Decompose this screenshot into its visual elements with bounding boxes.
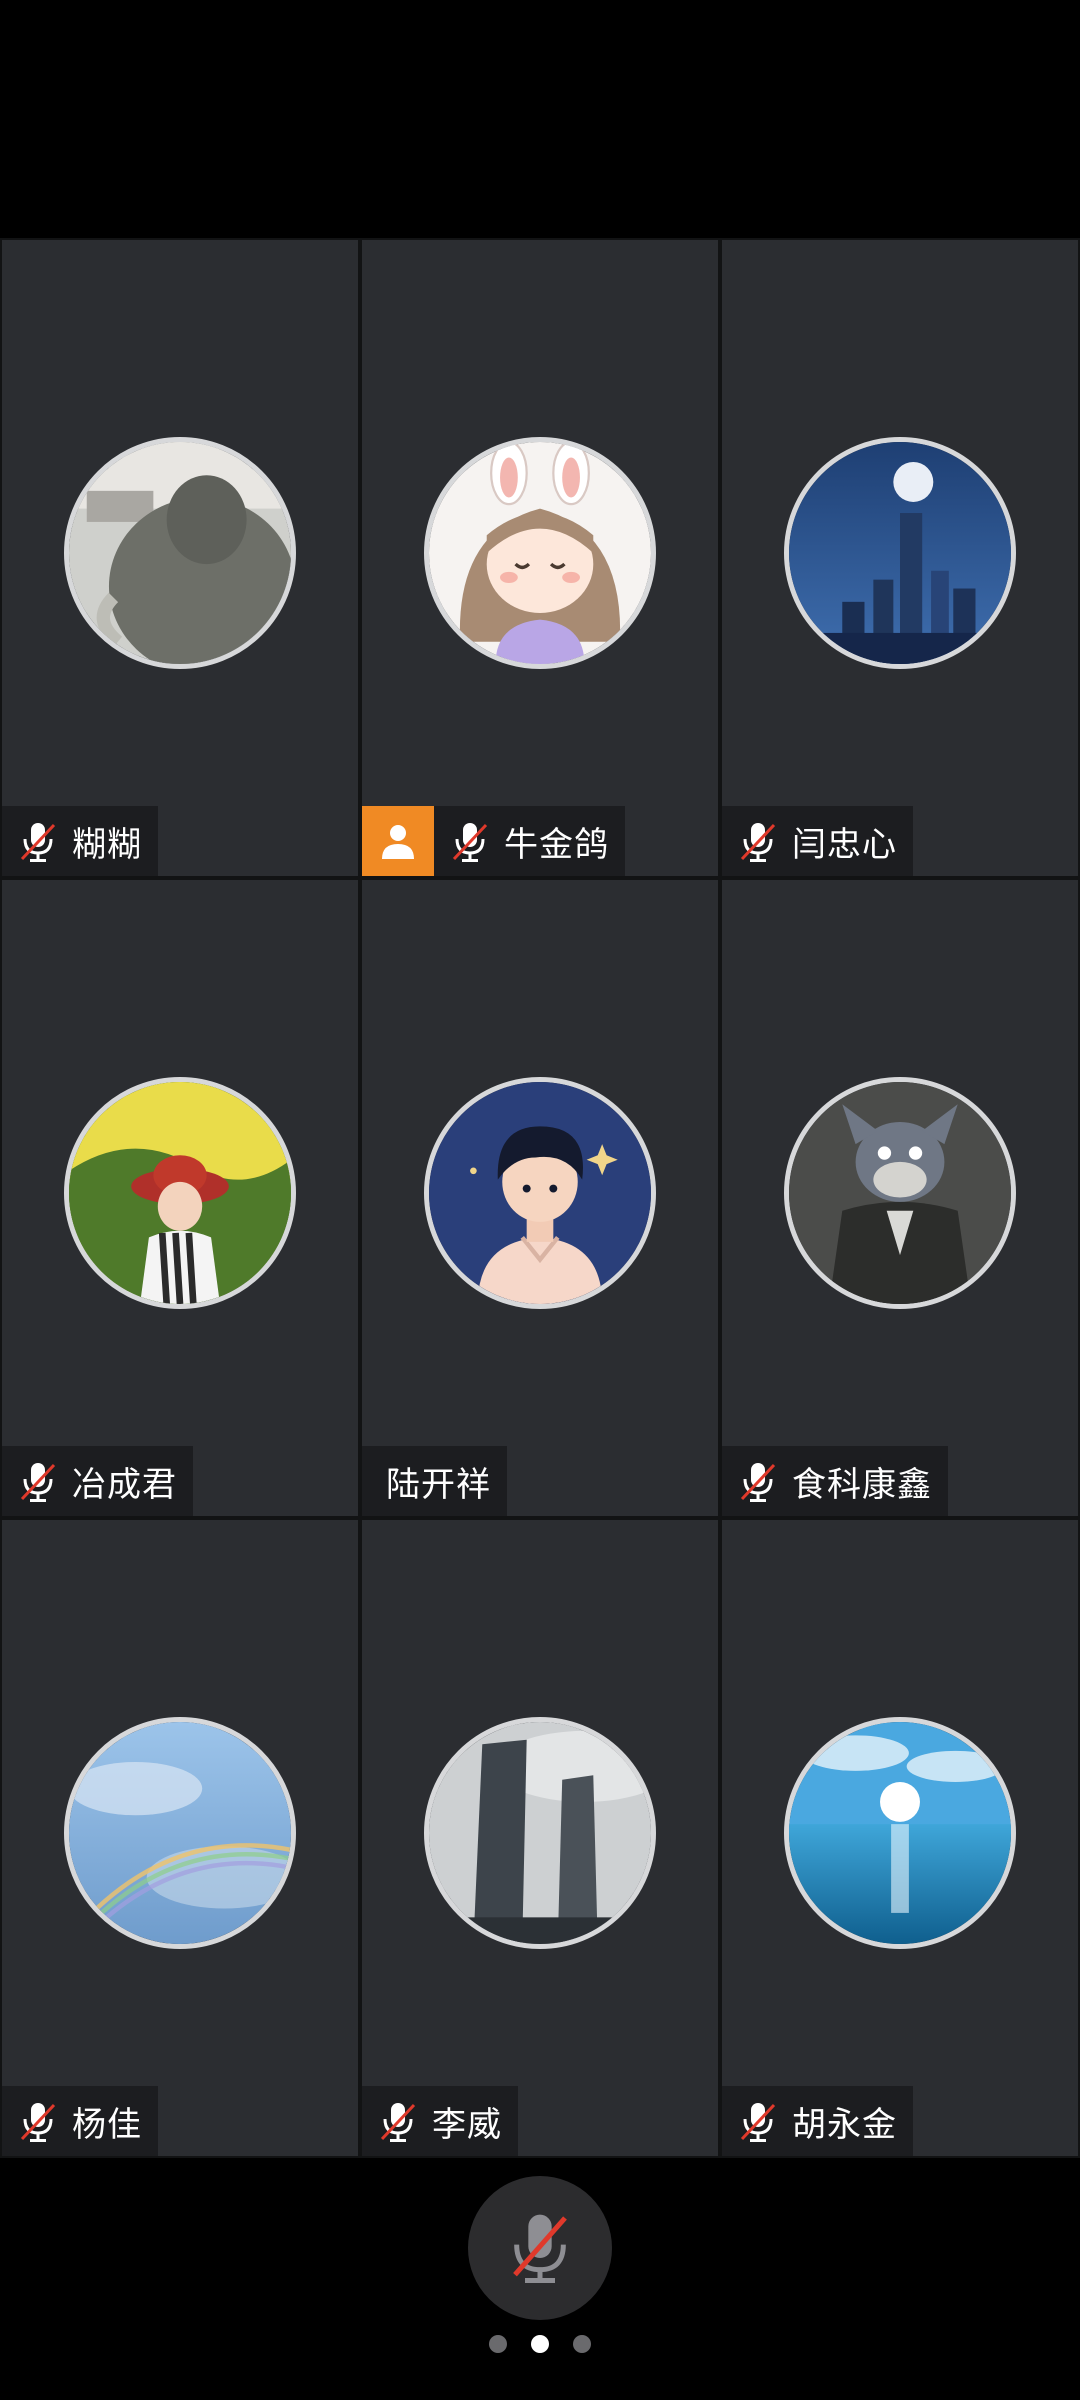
page-dot[interactable]	[489, 2335, 507, 2353]
mic-muted-icon	[20, 2103, 56, 2142]
participant-name: 食科康鑫	[792, 1464, 932, 1505]
person-icon	[382, 825, 414, 859]
rainbow-sky-avatar-icon	[69, 1722, 291, 1944]
nameplate: 李威	[362, 2086, 518, 2156]
participant-name: 杨佳	[72, 2104, 142, 2145]
participant-tile[interactable]: 食科康鑫	[720, 878, 1080, 1518]
nameplate: 糊糊	[2, 806, 158, 876]
participant-name: 闫忠心	[792, 824, 897, 865]
participant-name: 胡永金	[792, 2104, 897, 2145]
mic-muted-icon	[380, 2103, 416, 2142]
participant-tile[interactable]: 冶成君	[0, 878, 360, 1518]
participant-grid: 糊糊 牛金鸽 闫忠心 冶成君 陆开祥 食科康鑫 杨佳 李威 胡永金	[0, 238, 1080, 2158]
nameplate: 闫忠心	[722, 806, 913, 876]
city-moon-night-avatar-icon	[789, 442, 1011, 664]
avatar	[424, 437, 656, 669]
avatar	[424, 1717, 656, 1949]
page-indicator[interactable]	[0, 2335, 1080, 2353]
avatar	[784, 1077, 1016, 1309]
participant-tile[interactable]: 糊糊	[0, 238, 360, 878]
mic-muted-icon	[20, 823, 56, 862]
sea-sun-avatar-icon	[789, 1722, 1011, 1944]
cartoon-girl-bunny-ears-avatar-icon	[429, 442, 651, 664]
avatar	[424, 1077, 656, 1309]
nameplate: 陆开祥	[362, 1446, 507, 1516]
cartoon-cat-suit-avatar-icon	[789, 1082, 1011, 1304]
participant-tile[interactable]: 闫忠心	[720, 238, 1080, 878]
participant-tile[interactable]: 陆开祥	[360, 878, 720, 1518]
nameplate: 食科康鑫	[722, 1446, 948, 1516]
participant-tile[interactable]: 牛金鸽	[360, 238, 720, 878]
page-dot[interactable]	[573, 2335, 591, 2353]
participant-tile[interactable]: 胡永金	[720, 1518, 1080, 2158]
mic-muted-icon	[513, 2214, 567, 2283]
avatar	[784, 1717, 1016, 1949]
cartoon-boy-avatar-icon	[429, 1082, 651, 1304]
participant-name: 冶成君	[72, 1464, 177, 1505]
participant-name: 陆开祥	[386, 1464, 491, 1505]
page-dot-active[interactable]	[531, 2335, 549, 2353]
avatar	[64, 1717, 296, 1949]
avatar	[784, 437, 1016, 669]
mic-muted-icon	[740, 2103, 776, 2142]
nameplate: 杨佳	[2, 2086, 158, 2156]
participant-tile[interactable]: 李威	[360, 1518, 720, 2158]
nameplate: 胡永金	[722, 2086, 913, 2156]
nameplate: 冶成君	[2, 1446, 193, 1516]
participant-tile[interactable]: 杨佳	[0, 1518, 360, 2158]
avatar	[64, 1077, 296, 1309]
twin-towers-avatar-icon	[429, 1722, 651, 1944]
elephant-photo-avatar-icon	[69, 442, 291, 664]
participant-name: 糊糊	[72, 824, 142, 865]
host-badge	[362, 806, 434, 876]
avatar	[64, 437, 296, 669]
participant-name: 牛金鸽	[504, 824, 609, 865]
nameplate: 牛金鸽	[362, 806, 625, 876]
child-red-hat-avatar-icon	[69, 1082, 291, 1304]
mic-muted-icon	[20, 1463, 56, 1502]
mic-muted-icon	[740, 1463, 776, 1502]
participant-name: 李威	[432, 2104, 502, 2145]
mic-muted-icon	[740, 823, 776, 862]
mute-toggle-button[interactable]	[468, 2176, 612, 2320]
mic-muted-icon	[452, 823, 488, 862]
